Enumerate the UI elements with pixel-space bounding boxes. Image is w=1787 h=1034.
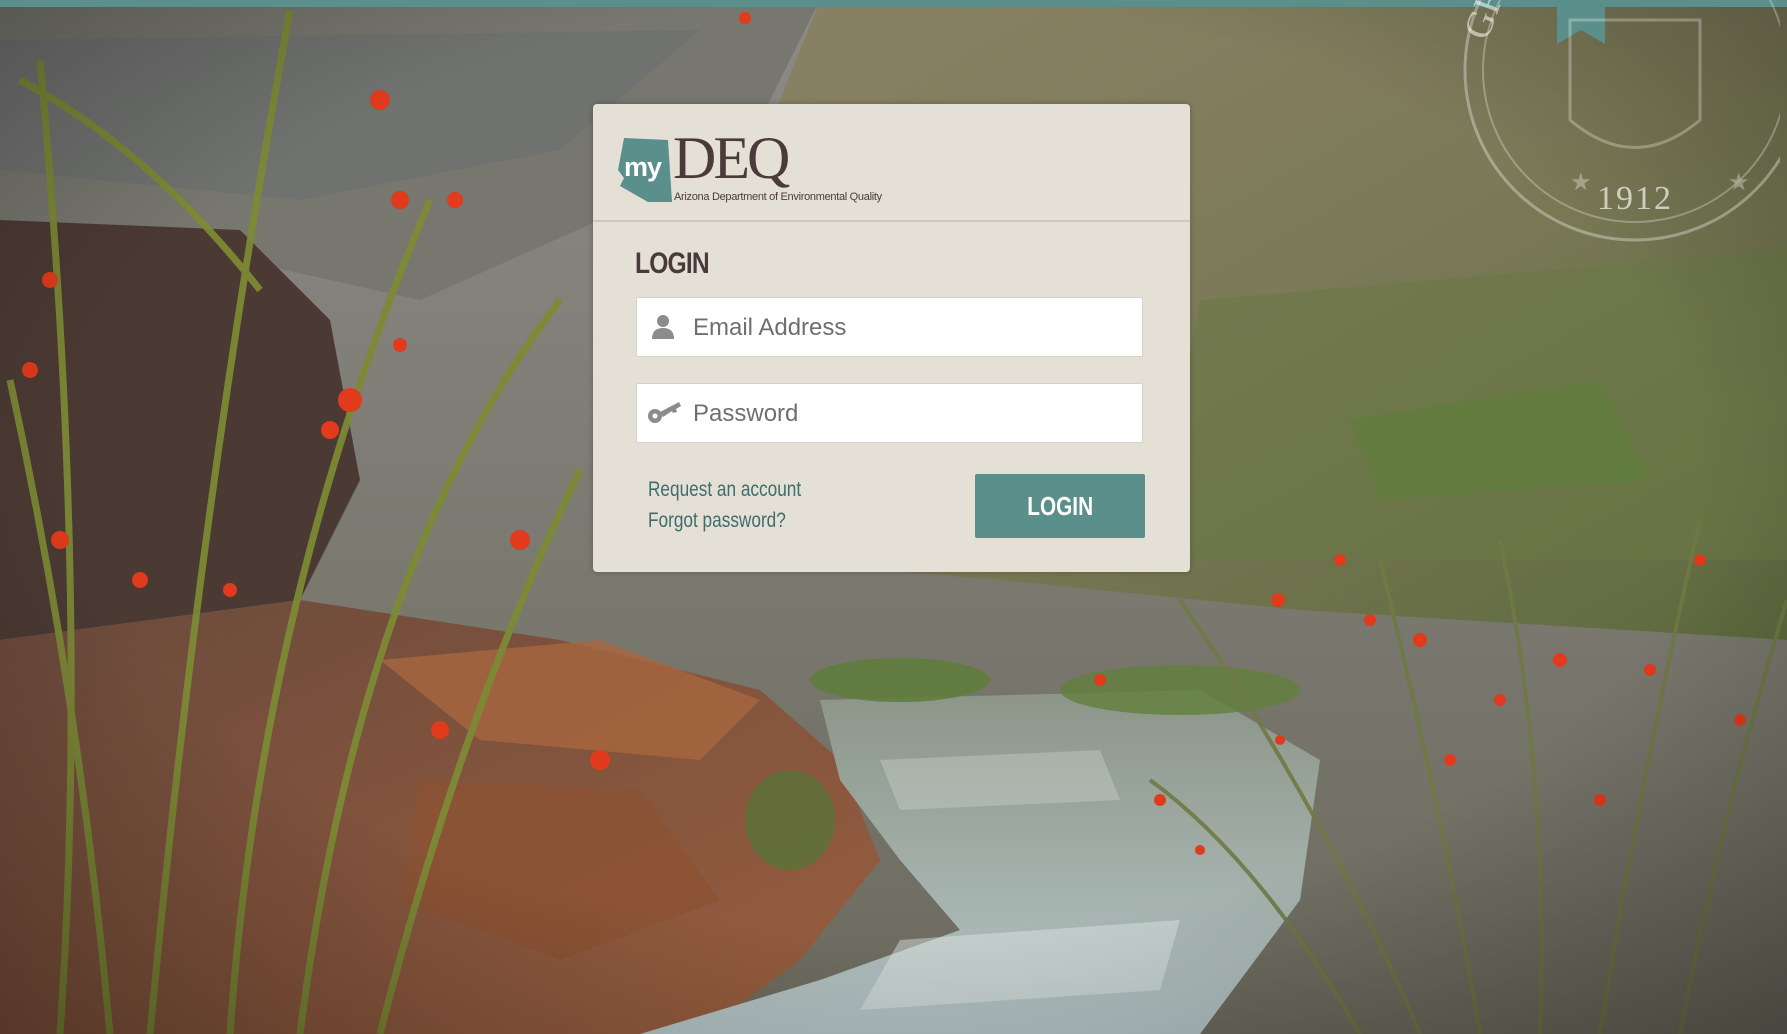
password-input[interactable] — [691, 384, 1135, 444]
svg-text:★: ★ — [1570, 169, 1592, 196]
logo-my-text: my — [624, 152, 662, 182]
forgot-password-link[interactable]: Forgot password? — [648, 505, 801, 536]
password-field[interactable] — [636, 383, 1143, 444]
email-field[interactable] — [636, 297, 1143, 358]
login-heading: LOGIN — [635, 247, 710, 280]
logo-deq-text: DEQ — [673, 125, 790, 191]
key-icon — [648, 402, 681, 423]
seal-year: 1912 — [1597, 180, 1673, 217]
svg-text:★: ★ — [1728, 169, 1750, 196]
account-links: Request an account Forgot password? — [648, 474, 835, 536]
user-icon — [652, 315, 674, 339]
logo-subtitle: Arizona Department of Environmental Qual… — [674, 191, 882, 203]
email-input[interactable] — [691, 298, 1135, 358]
mydeq-logo: my DEQ Arizona Department of Environment… — [618, 128, 918, 208]
request-account-link[interactable]: Request an account — [648, 474, 801, 505]
login-button-label: LOGIN — [1027, 490, 1093, 521]
login-card: my DEQ Arizona Department of Environment… — [593, 104, 1190, 572]
card-header: my DEQ Arizona Department of Environment… — [593, 104, 1190, 222]
login-button[interactable]: LOGIN — [975, 474, 1145, 538]
